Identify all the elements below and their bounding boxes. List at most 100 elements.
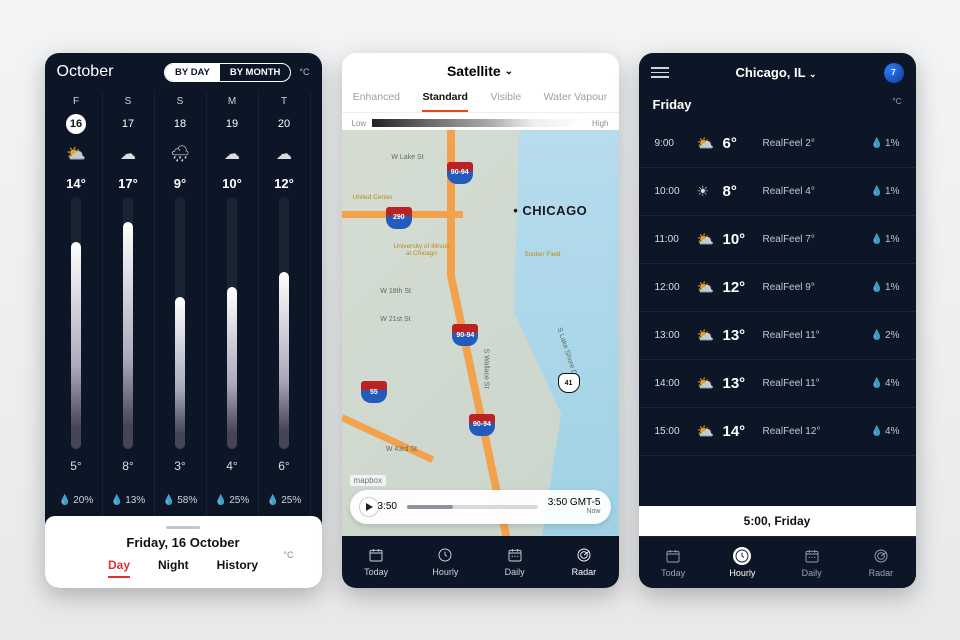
droplet-icon: 💧 — [871, 330, 883, 341]
weather-icon: ⛅ — [66, 144, 86, 164]
realfeel-label: RealFeel 11° — [763, 330, 871, 341]
droplet-icon: 💧 — [111, 495, 123, 506]
clock-icon — [733, 547, 751, 565]
interstate-shield-icon: 90-94 — [452, 324, 478, 346]
sheet-unit: °C — [283, 550, 293, 560]
menu-button[interactable] — [651, 67, 669, 78]
unit-label: °C — [299, 67, 309, 77]
city-label: • CHICAGO — [513, 203, 587, 218]
weather-icon: ⛅ — [697, 279, 723, 296]
low-temp: 3° — [174, 459, 185, 473]
high-temp: 14° — [66, 176, 86, 191]
nav-today[interactable]: Today — [342, 536, 411, 588]
day-column[interactable]: T20☁12°6°💧25% — [259, 92, 311, 516]
interstate-shield-icon: 90-94 — [447, 162, 473, 184]
current-time-bar: 5:00, Friday — [639, 506, 916, 536]
weather-icon: ⛅ — [697, 231, 723, 248]
nav-hourly[interactable]: Hourly — [411, 536, 480, 588]
poi-label: Soldier Field — [524, 251, 560, 258]
hour-temp: 8° — [723, 183, 763, 200]
mode-vapour[interactable]: Water Vapour — [544, 85, 608, 112]
precip-chance: 💧13% — [111, 495, 145, 506]
hour-label: 11:00 — [655, 234, 697, 245]
scrub-now-label: Now — [548, 508, 601, 516]
hour-label: 12:00 — [655, 282, 697, 293]
sheet-grabber[interactable] — [166, 526, 200, 529]
tab-night[interactable]: Night — [158, 558, 189, 578]
nav-daily[interactable]: Daily — [777, 537, 846, 588]
hourly-header: Chicago, IL ⌄ 7 — [639, 53, 916, 93]
intensity-legend: Low High — [342, 113, 619, 130]
road-55 — [342, 414, 434, 462]
weekday-label: S — [125, 96, 132, 110]
weather-icon: ☁ — [276, 144, 292, 164]
nav-hourly[interactable]: Hourly — [708, 537, 777, 588]
day-column[interactable]: S18🌧9°3°💧58% — [155, 92, 207, 516]
day-number: 20 — [274, 114, 294, 134]
seg-by-day[interactable]: BY DAY — [165, 64, 220, 81]
calendar-icon — [803, 547, 821, 565]
scrub-start-time: 3:50 — [378, 501, 397, 512]
precip-chance: 💧20% — [59, 495, 93, 506]
map-canvas[interactable]: W Lake St W 18th St W 21st St W 43rd St … — [342, 130, 619, 536]
day-column[interactable]: F16⛅14°5°💧20% — [51, 92, 103, 516]
seg-by-month[interactable]: BY MONTH — [220, 64, 291, 81]
sheet-date: Friday, 16 October — [59, 535, 308, 550]
play-button[interactable] — [360, 498, 378, 516]
daily-header: October BY DAY BY MONTH °C — [45, 53, 322, 88]
weather-icon: ⛅ — [697, 135, 723, 152]
weekday-label: T — [281, 96, 287, 110]
weekday-label: M — [228, 96, 236, 110]
layer-dropdown[interactable]: Satellite⌄ — [342, 53, 619, 85]
daily-forecast-screen: October BY DAY BY MONTH °C F16⛅14°5°💧20%… — [45, 53, 322, 588]
high-temp: 10° — [222, 176, 242, 191]
hour-temp: 14° — [723, 423, 763, 440]
interstate-shield-icon: 55 — [361, 381, 387, 403]
hour-temp: 13° — [723, 375, 763, 392]
hour-temp: 10° — [723, 231, 763, 248]
tab-history[interactable]: History — [217, 558, 258, 578]
temp-bar — [279, 197, 289, 449]
nav-today[interactable]: Today — [639, 537, 708, 588]
street-label: W 21st St — [380, 316, 410, 323]
hourly-row[interactable]: 15:00⛅14°RealFeel 12°💧4% — [639, 408, 916, 456]
nav-daily[interactable]: Daily — [480, 536, 549, 588]
time-scrubber: 3:50 3:50 GMT-5 Now — [350, 490, 611, 524]
days-row: F16⛅14°5°💧20%S17☁17°8°💧13%S18🌧9°3°💧58%M1… — [45, 88, 322, 516]
hourly-row[interactable]: 14:00⛅13°RealFeel 11°💧4% — [639, 360, 916, 408]
poi-label: United Center — [353, 194, 393, 201]
us-route-shield-icon: 41 — [558, 373, 580, 393]
tab-day[interactable]: Day — [108, 558, 130, 578]
scrub-end-time: 3:50 GMT-5 — [548, 497, 601, 508]
temp-bar — [175, 197, 185, 449]
day-label: Friday — [653, 97, 692, 112]
precip-chance: 💧25% — [215, 495, 249, 506]
hourly-row[interactable]: 9:00⛅6°RealFeel 2°💧1% — [639, 120, 916, 168]
hourly-row[interactable]: 10:00☀8°RealFeel 4°💧1% — [639, 168, 916, 216]
nav-radar[interactable]: Radar — [846, 537, 915, 588]
chevron-down-icon: ⌄ — [809, 69, 817, 79]
location-dropdown[interactable]: Chicago, IL ⌄ — [669, 65, 884, 80]
low-temp: 4° — [226, 459, 237, 473]
temp-bar — [227, 197, 237, 449]
hour-label: 15:00 — [655, 426, 697, 437]
lake-michigan — [491, 130, 618, 536]
droplet-icon: 💧 — [871, 426, 883, 437]
bottom-nav: Today Hourly Daily Radar — [342, 536, 619, 588]
nav-radar[interactable]: Radar — [549, 536, 618, 588]
day-column[interactable]: M19☁10°4°💧25% — [207, 92, 259, 516]
hourly-row[interactable]: 13:00⛅13°RealFeel 11°💧2% — [639, 312, 916, 360]
bottom-sheet[interactable]: Friday, 16 October °C Day Night History — [45, 516, 322, 588]
hourly-row[interactable]: 11:00⛅10°RealFeel 7°💧1% — [639, 216, 916, 264]
hourly-row[interactable]: 12:00⛅12°RealFeel 9°💧1% — [639, 264, 916, 312]
mode-enhanced[interactable]: Enhanced — [353, 85, 400, 112]
weather-icon: ☁ — [224, 144, 240, 164]
droplet-icon: 💧 — [163, 495, 175, 506]
station-logo-icon: 7 — [884, 63, 904, 83]
mode-visible[interactable]: Visible — [490, 85, 521, 112]
scrub-track[interactable] — [407, 505, 538, 509]
hourly-list[interactable]: 9:00⛅6°RealFeel 2°💧1%10:00☀8°RealFeel 4°… — [639, 120, 916, 506]
mode-standard[interactable]: Standard — [422, 85, 468, 112]
droplet-icon: 💧 — [215, 495, 227, 506]
day-column[interactable]: S17☁17°8°💧13% — [103, 92, 155, 516]
